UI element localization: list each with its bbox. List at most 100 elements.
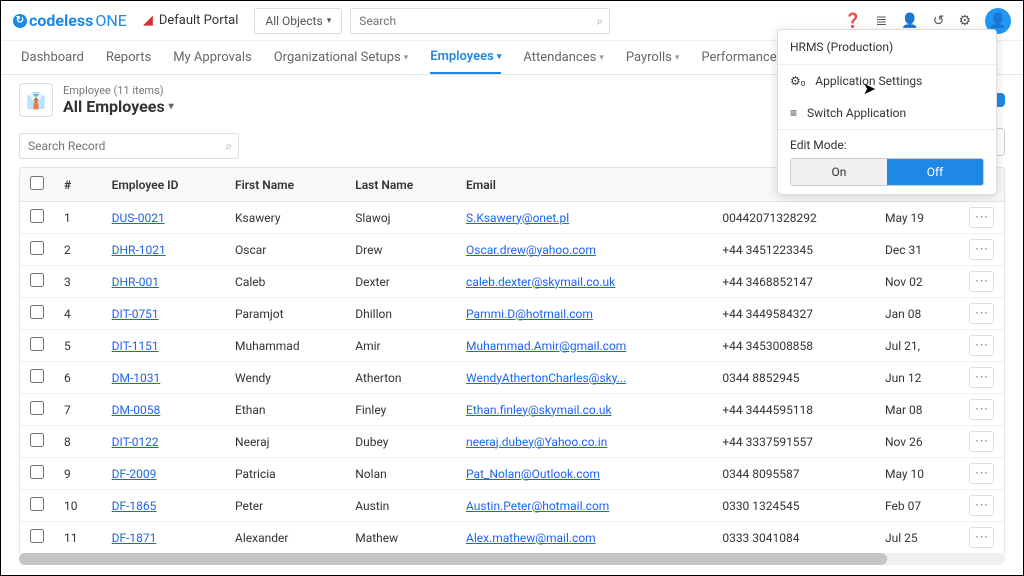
employee-id-link[interactable]: DF-1871: [112, 531, 157, 545]
nav-tab-reports[interactable]: Reports: [106, 42, 151, 73]
view-title[interactable]: All Employees▾: [63, 97, 873, 116]
row-checkbox[interactable]: [30, 273, 44, 287]
email-link[interactable]: neeraj.dubey@Yahoo.co.in: [466, 435, 607, 449]
logo-suffix: ONE: [95, 11, 127, 30]
col-0[interactable]: #: [54, 168, 102, 202]
switch-app-item[interactable]: ≡ Switch Application: [778, 97, 996, 129]
row-menu[interactable]: ⋯: [969, 463, 994, 484]
date: May 19: [875, 202, 959, 234]
row-checkbox[interactable]: [30, 241, 44, 255]
last-name: Drew: [345, 234, 456, 266]
row-menu[interactable]: ⋯: [969, 495, 994, 516]
help-icon[interactable]: ❓: [844, 13, 861, 29]
email-link[interactable]: WendyAthertonCharles@sky...: [466, 371, 626, 385]
employee-id-link[interactable]: DIT-1151: [112, 339, 159, 353]
portal-label: Default Portal: [159, 13, 239, 28]
row-menu[interactable]: ⋯: [969, 527, 994, 548]
row-checkbox[interactable]: [30, 433, 44, 447]
col-2[interactable]: First Name: [225, 168, 345, 202]
email-link[interactable]: Pammi.D@hotmail.com: [466, 307, 593, 321]
row-index: 11: [54, 522, 102, 554]
table-row: 5DIT-1151MuhammadAmirMuhammad.Amir@gmail…: [20, 330, 1004, 362]
row-menu[interactable]: ⋯: [969, 399, 994, 420]
table-row: 9DF-2009PatriciaNolanPat_Nolan@Outlook.c…: [20, 458, 1004, 490]
email-link[interactable]: Alex.mathew@mail.com: [466, 531, 596, 545]
search-record[interactable]: ⌕: [19, 133, 239, 159]
date: May 10: [875, 458, 959, 490]
row-checkbox[interactable]: [30, 337, 44, 351]
employee-id-link[interactable]: DF-1865: [112, 499, 157, 513]
row-index: 1: [54, 202, 102, 234]
row-checkbox[interactable]: [30, 529, 44, 543]
nav-tab-employees[interactable]: Employees▾: [430, 41, 501, 74]
row-checkbox[interactable]: [30, 305, 44, 319]
row-menu[interactable]: ⋯: [969, 207, 994, 228]
email-link[interactable]: caleb.dexter@skymail.co.uk: [466, 275, 615, 289]
email-link[interactable]: Ethan.finley@skymail.co.uk: [466, 403, 612, 417]
nav-tab-attendances[interactable]: Attendances▾: [523, 42, 603, 73]
all-objects-dropdown[interactable]: All Objects▾: [254, 8, 342, 34]
row-menu[interactable]: ⋯: [969, 367, 994, 388]
date: Jun 12: [875, 362, 959, 394]
email-link[interactable]: S.Ksawery@onet.pl: [466, 211, 569, 225]
row-menu[interactable]: ⋯: [969, 431, 994, 452]
app-settings-item[interactable]: ⚙ₒ Application Settings: [778, 65, 996, 97]
email-link[interactable]: Austin.Peter@hotmail.com: [466, 499, 609, 513]
row-checkbox[interactable]: [30, 465, 44, 479]
row-menu[interactable]: ⋯: [969, 303, 994, 324]
employee-id-link[interactable]: DM-0058: [112, 403, 161, 417]
toggle-on[interactable]: On: [791, 159, 887, 185]
row-index: 2: [54, 234, 102, 266]
employee-id-link[interactable]: DIT-0751: [112, 307, 159, 321]
col-3[interactable]: Last Name: [345, 168, 456, 202]
global-search-input[interactable]: [359, 14, 583, 28]
row-checkbox[interactable]: [30, 401, 44, 415]
row-menu[interactable]: ⋯: [969, 335, 994, 356]
search-record-input[interactable]: [28, 139, 212, 153]
table-row: 7DM-0058EthanFinleyEthan.finley@skymail.…: [20, 394, 1004, 426]
employee-id-link[interactable]: DHR-001: [112, 275, 159, 289]
employee-id-link[interactable]: DUS-0021: [112, 211, 165, 225]
user-plus-icon[interactable]: 👤: [901, 13, 918, 29]
portal-switcher[interactable]: ◢ Default Portal: [135, 9, 247, 32]
row-index: 8: [54, 426, 102, 458]
last-name: Dexter: [345, 266, 456, 298]
row-menu[interactable]: ⋯: [969, 271, 994, 292]
toggle-off[interactable]: Off: [887, 159, 983, 185]
date: Jul 25: [875, 522, 959, 554]
employee-id-link[interactable]: DM-1031: [112, 371, 161, 385]
row-index: 9: [54, 458, 102, 490]
row-index: 10: [54, 490, 102, 522]
col-4[interactable]: Email: [456, 168, 712, 202]
employee-id-link[interactable]: DF-2009: [112, 467, 157, 481]
data-icon[interactable]: ≣: [876, 13, 888, 29]
employee-id-link[interactable]: DHR-1021: [112, 243, 166, 257]
first-name: Ksawery: [225, 202, 345, 234]
row-menu[interactable]: ⋯: [969, 239, 994, 260]
logo[interactable]: ↻ codelessONE: [13, 11, 127, 30]
phone: +44 3337591557: [712, 426, 875, 458]
row-index: 6: [54, 362, 102, 394]
email-link[interactable]: Pat_Nolan@Outlook.com: [466, 467, 600, 481]
horizontal-scrollbar[interactable]: [19, 553, 1005, 565]
last-name: Austin: [345, 490, 456, 522]
nav-tab-my-approvals[interactable]: My Approvals: [173, 42, 252, 73]
nav-tab-organizational-setups[interactable]: Organizational Setups▾: [274, 42, 409, 73]
table-row: 2DHR-1021OscarDrewOscar.drew@yahoo.com+4…: [20, 234, 1004, 266]
nav-tab-dashboard[interactable]: Dashboard: [21, 42, 84, 73]
row-checkbox[interactable]: [30, 209, 44, 223]
edit-mode-toggle: On Off: [790, 158, 984, 186]
row-checkbox[interactable]: [30, 369, 44, 383]
list-icon: ≡: [790, 106, 797, 120]
col-1[interactable]: Employee ID: [102, 168, 225, 202]
global-search[interactable]: ⌕: [350, 8, 610, 34]
row-checkbox[interactable]: [30, 497, 44, 511]
select-all[interactable]: [30, 176, 44, 190]
gear-icon[interactable]: ⚙: [958, 13, 971, 29]
employee-id-link[interactable]: DIT-0122: [112, 435, 159, 449]
nav-tab-payrolls[interactable]: Payrolls▾: [626, 42, 680, 73]
email-link[interactable]: Muhammad.Amir@gmail.com: [466, 339, 626, 353]
email-link[interactable]: Oscar.drew@yahoo.com: [466, 243, 596, 257]
first-name: Alexander: [225, 522, 345, 554]
history-icon[interactable]: ↺: [933, 13, 945, 29]
